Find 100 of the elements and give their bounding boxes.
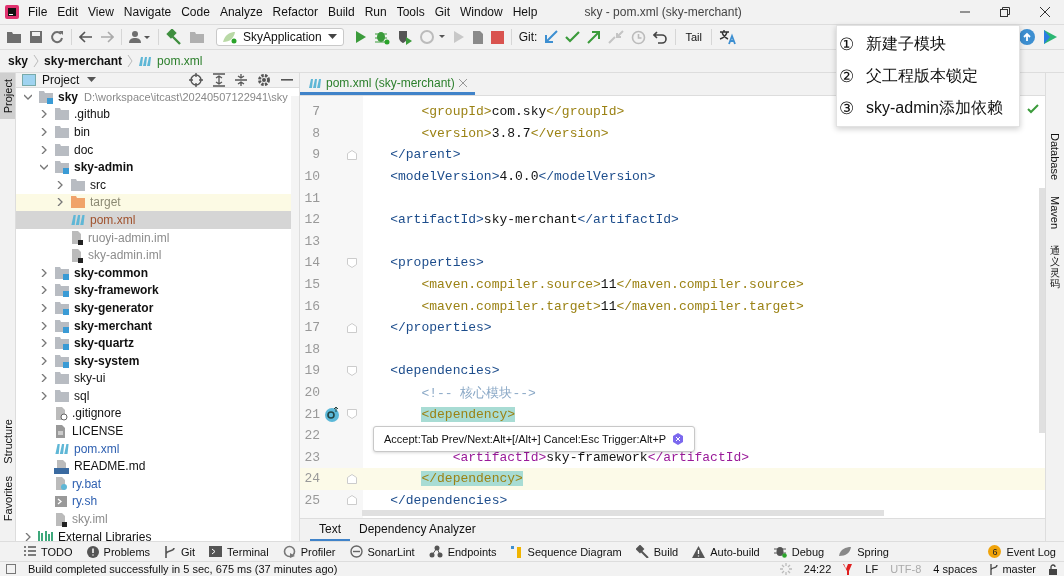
undo-icon[interactable] [653,30,669,44]
tree-item[interactable]: sky.iml [72,512,108,527]
editor-mode-tab[interactable]: Dependency Analyzer [350,519,485,541]
override-marker-icon[interactable] [324,406,340,423]
tree-item[interactable]: sky-framework [74,283,159,298]
file-icon[interactable] [471,29,484,45]
status-widget[interactable]: 24:22 [803,563,832,575]
tree-item[interactable]: src [90,177,106,192]
tool-window-tab[interactable]: 通义灵码 [1050,245,1060,290]
menu-item[interactable]: Analyze [214,5,268,19]
menu-item[interactable]: File [23,5,53,19]
expand-chevron-icon[interactable] [40,110,48,119]
tree-item[interactable]: .gitignore [72,406,122,421]
stop-icon[interactable] [490,30,504,44]
fold-marker-icon[interactable] [346,150,357,160]
expand-chevron-icon[interactable] [56,198,64,207]
tool-window-button[interactable]: Terminal [209,545,269,558]
tree-item[interactable]: sky-generator [74,300,154,315]
tree-item[interactable]: sky-common [74,265,149,280]
tree-item[interactable]: External Libraries [58,529,152,541]
git-branch-widget[interactable]: master [989,563,1036,575]
tree-item[interactable]: pom.xml [90,212,136,227]
locate-icon[interactable] [189,73,203,87]
save-icon[interactable] [29,30,43,44]
menu-item[interactable]: Code [176,5,215,19]
project-view-dropdown[interactable]: Project [42,73,97,87]
fold-marker-icon[interactable] [346,495,357,506]
event-log-button[interactable]: 6 Event Log [988,545,1056,558]
tree-item[interactable]: bin [74,125,90,139]
menu-item[interactable]: Navigate [118,5,177,19]
status-widget[interactable]: 4 spaces [933,563,978,575]
tree-item[interactable]: README.md [74,459,146,474]
push-arrow-icon[interactable] [587,30,602,44]
collapse-chevron-icon[interactable] [24,92,32,101]
tool-window-button[interactable]: Problems [86,545,151,558]
expand-chevron-icon[interactable] [40,145,48,154]
menu-item[interactable]: Build [322,5,360,19]
fold-marker-icon[interactable] [346,409,357,420]
restore-icon[interactable] [1000,7,1010,17]
tree-item[interactable]: sky-system [74,353,140,368]
expand-chevron-icon[interactable] [40,286,48,295]
tool-window-tab[interactable]: Structure [0,413,15,470]
tool-window-button[interactable]: Sequence Diagram [510,545,622,558]
update-arrow-icon[interactable] [544,30,559,44]
tool-window-button[interactable]: Git [164,545,196,558]
tree-item[interactable]: pom.xml [74,441,120,456]
menu-item[interactable]: Window [455,5,508,19]
fold-marker-icon[interactable] [346,257,357,268]
tree-item[interactable]: sky-ui [74,371,106,386]
tree-item[interactable]: ry.sh [72,494,98,509]
hammer-icon[interactable] [166,29,182,45]
translate-icon[interactable] [718,29,737,45]
tail-button[interactable]: Tail [683,31,704,43]
tool-window-button[interactable]: Auto-build [692,545,760,558]
expand-all-icon[interactable] [213,73,225,87]
tree-item[interactable]: sky-merchant [74,318,153,333]
breadcrumb-item[interactable]: sky [8,54,29,68]
user-dropdown-icon[interactable] [129,30,151,44]
editor-mode-tab[interactable]: Text [310,519,350,541]
tree-item[interactable]: ry.bat [72,476,102,491]
expand-chevron-icon[interactable] [40,356,48,365]
fold-marker-icon[interactable] [346,365,357,376]
panel-toggle-icon[interactable] [6,564,16,574]
profiler-dropdown-icon[interactable] [419,29,446,45]
expand-chevron-icon[interactable] [56,180,64,189]
menu-item[interactable]: Tools [391,5,430,19]
menu-item[interactable]: Help [507,5,543,19]
menu-item[interactable]: Run [359,5,392,19]
refresh-icon[interactable] [50,30,64,44]
tree-item[interactable]: sky-quartz [74,336,135,351]
menu-item[interactable]: Edit [52,5,84,19]
collapse-all-icon[interactable] [235,73,247,87]
menu-item[interactable]: View [83,5,119,19]
close-icon[interactable] [1040,7,1050,17]
tool-window-tab[interactable]: Project [0,73,15,120]
breadcrumb-item[interactable]: sky-merchant [44,54,123,68]
minimize-icon[interactable] [281,78,293,82]
expand-chevron-icon[interactable] [24,532,32,541]
settings-icon[interactable] [257,73,271,87]
tree-item[interactable]: sql [74,388,90,403]
tool-window-tab[interactable]: Favorites [0,469,15,527]
expand-chevron-icon[interactable] [40,374,48,383]
menu-item[interactable]: Git [429,5,455,19]
tree-item[interactable]: doc [74,142,94,157]
back-arrow-icon[interactable] [79,31,93,43]
status-widget[interactable]: LF [865,563,879,575]
tool-window-tab[interactable]: Maven [1049,196,1061,230]
shield-run-icon[interactable] [396,29,413,45]
tree-item[interactable]: LICENSE [72,424,124,439]
run-icon[interactable] [354,30,367,44]
tool-window-button[interactable]: Profiler [282,545,336,558]
expand-chevron-icon[interactable] [40,321,48,330]
expand-chevron-icon[interactable] [40,303,48,312]
menu-item[interactable]: Refactor [267,5,323,19]
tool-window-button[interactable]: TODO [24,545,73,558]
breadcrumb-item[interactable]: pom.xml [157,54,203,68]
folder-icon[interactable] [6,30,22,44]
expand-chevron-icon[interactable] [40,268,48,277]
tree-item[interactable]: sky-admin.iml [88,248,162,263]
expand-chevron-icon[interactable] [40,128,48,136]
